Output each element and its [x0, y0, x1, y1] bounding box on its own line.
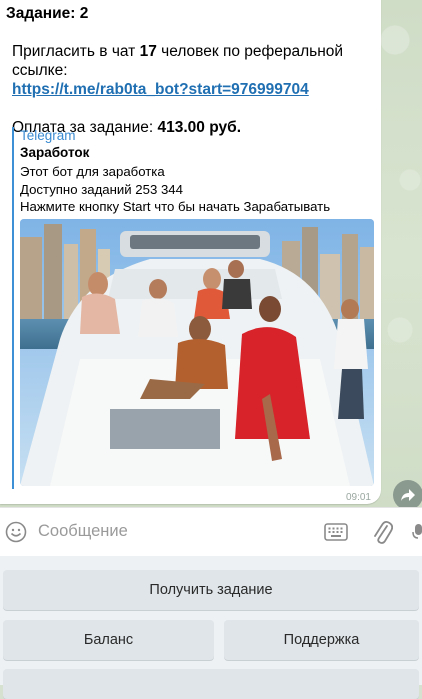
balance-button[interactable]: Баланс [3, 620, 214, 660]
share-arrow-icon [401, 489, 415, 501]
referral-link[interactable]: https://t.me/rab0ta_bot?start=976999704 [12, 81, 309, 98]
microphone-icon [412, 524, 422, 539]
invite-line2: ссылке: [12, 62, 68, 79]
preview-title: Заработок [20, 145, 90, 160]
get-task-button[interactable]: Получить задание [3, 570, 419, 610]
preview-image[interactable] [20, 219, 374, 486]
yacht-photo [20, 219, 374, 486]
preview-desc-line: Этот бот для заработка [20, 164, 165, 179]
voice-button[interactable] [412, 524, 422, 547]
smile-icon [5, 521, 27, 543]
task-number: 2 [79, 5, 89, 22]
invite-prefix: Пригласить в чат [12, 43, 136, 60]
keyboard-icon [324, 523, 348, 541]
preview-desc-line: Доступно заданий 253 344 [20, 181, 183, 197]
link-preview[interactable]: Telegram Заработок Этот бот для заработк… [12, 127, 376, 489]
share-button[interactable] [393, 480, 422, 510]
support-button[interactable]: Поддержка [224, 620, 419, 660]
task-label: Задание: [6, 5, 76, 22]
attach-button[interactable] [371, 519, 394, 550]
message-bubble: Задание: 2 Пригласить в чат 17 человек п… [0, 0, 381, 504]
preview-description: Этот бот для заработка Доступно заданий … [20, 163, 330, 216]
message-time: 09:01 [345, 492, 371, 503]
emoji-button[interactable] [5, 521, 27, 548]
message-input[interactable]: Сообщение [38, 522, 128, 541]
keyboard-button-partial[interactable] [3, 669, 419, 699]
paperclip-icon [374, 520, 394, 544]
preview-desc-line: Нажмите кнопку Start что бы начать Зараб… [20, 199, 331, 214]
preview-site-name: Telegram [20, 128, 76, 143]
invite-suffix: человек по реферальной [161, 43, 344, 60]
message-input-bar: Сообщение [0, 507, 422, 557]
invite-count: 17 [139, 43, 157, 60]
message-text: Задание: 2 Пригласить в чат 17 человек п… [6, 4, 376, 137]
bot-keyboard: Получить задание Баланс Поддержка [0, 556, 422, 699]
bot-keyboard-button[interactable] [324, 523, 348, 546]
